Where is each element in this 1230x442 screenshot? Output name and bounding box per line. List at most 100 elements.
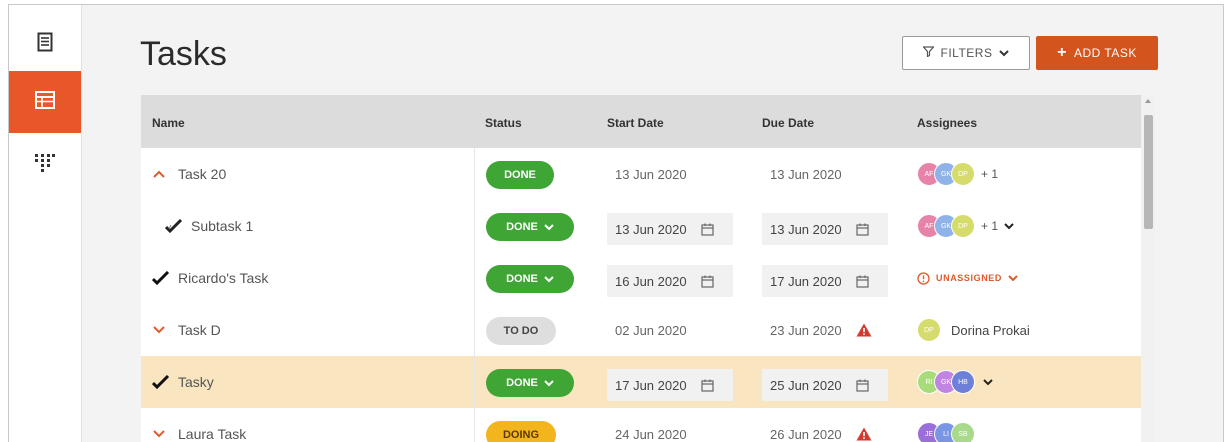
chevron-down-icon[interactable] <box>152 427 166 441</box>
header-due-date[interactable]: Due Date <box>762 116 814 130</box>
assignees[interactable]: DP Dorina Prokai <box>917 304 1030 356</box>
task-name-cell: Task D <box>152 304 221 356</box>
start-date[interactable]: 24 Jun 2020 <box>615 408 687 442</box>
status-dropdown[interactable]: DONE <box>486 369 574 397</box>
nav-board[interactable] <box>9 133 81 195</box>
due-date: 23 Jun 2020 <box>770 322 842 338</box>
header-name[interactable]: Name <box>152 116 185 130</box>
chevron-up-icon[interactable] <box>152 167 166 181</box>
unassigned-dropdown[interactable]: UNASSIGNED <box>917 271 1018 285</box>
chevron-down-icon[interactable] <box>1004 222 1014 230</box>
task-name-cell: Laura Task <box>152 408 246 442</box>
task-name[interactable]: Task 20 <box>178 166 226 182</box>
alert-circle-icon <box>917 271 930 285</box>
start-date[interactable]: 02 Jun 2020 <box>615 304 687 356</box>
status-label: DOING <box>502 429 540 441</box>
status-label: DONE <box>506 221 538 233</box>
avatar: DP <box>951 162 975 186</box>
task-name[interactable]: Task D <box>178 322 221 338</box>
header-assignees[interactable]: Assignees <box>917 116 977 130</box>
assignees[interactable]: JE LI SB <box>917 408 975 442</box>
avatar: DP <box>951 214 975 238</box>
status-dropdown[interactable]: DONE <box>486 265 574 293</box>
avatar: HB <box>951 370 975 394</box>
start-date: 16 Jun 2020 <box>615 273 687 289</box>
nav-table[interactable] <box>9 71 81 133</box>
start-date[interactable]: 13 Jun 2020 <box>615 148 687 200</box>
task-name-cell: Tasky <box>152 356 214 408</box>
assignees[interactable]: AF GK DP + 1 <box>917 148 998 200</box>
start-date-picker[interactable]: 13 Jun 2020 <box>607 213 733 245</box>
task-name[interactable]: Subtask 1 <box>191 218 253 234</box>
chevron-down-icon <box>999 46 1010 60</box>
due-date-picker[interactable]: 13 Jun 2020 <box>762 213 888 245</box>
due-date-cell[interactable]: 23 Jun 2020 <box>770 304 872 356</box>
table-row[interactable]: Laura Task DOING 24 Jun 2020 26 Jun 2020… <box>141 408 1141 442</box>
task-name[interactable]: Ricardo's Task <box>178 270 268 286</box>
chevron-down-icon <box>1008 274 1018 281</box>
filters-button[interactable]: FILTERS <box>902 36 1030 70</box>
status-label: DONE <box>506 377 538 389</box>
calendar-icon <box>855 379 869 392</box>
task-name-cell: Ricardo's Task <box>152 252 268 304</box>
calendar-icon <box>700 379 714 392</box>
due-date-picker[interactable]: 25 Jun 2020 <box>762 369 888 401</box>
task-name-cell: Task 20 <box>152 148 226 200</box>
chevron-down-icon[interactable] <box>152 323 166 337</box>
header-start-date[interactable]: Start Date <box>607 116 664 130</box>
table-row-highlighted[interactable]: Tasky DONE 17 Jun 2020 25 Jun 2020 RI GK… <box>141 356 1141 408</box>
rail-divider <box>81 5 82 442</box>
filter-icon <box>921 46 935 60</box>
calendar-icon <box>855 275 869 288</box>
status-badge[interactable]: DOING <box>486 421 556 442</box>
start-date-picker[interactable]: 17 Jun 2020 <box>607 369 733 401</box>
status-badge[interactable]: DONE <box>486 161 554 189</box>
task-name[interactable]: Tasky <box>178 374 214 390</box>
chevron-down-icon[interactable] <box>983 378 993 386</box>
calendar-icon <box>700 275 714 288</box>
add-task-label: ADD TASK <box>1073 46 1137 60</box>
status-badge[interactable]: TO DO <box>486 317 556 345</box>
table-icon <box>35 90 55 114</box>
status-label: TO DO <box>503 325 539 337</box>
warning-icon <box>856 427 872 441</box>
completed-check-icon <box>152 375 170 389</box>
document-icon <box>37 32 53 57</box>
start-date-picker[interactable]: 16 Jun 2020 <box>607 265 733 297</box>
assignee-name: Dorina Prokai <box>951 322 1030 338</box>
status-dropdown[interactable]: DONE <box>486 213 574 241</box>
table-row[interactable]: Task 20 DONE 13 Jun 2020 13 Jun 2020 AF … <box>141 148 1141 200</box>
due-date: 25 Jun 2020 <box>770 377 842 393</box>
scrollbar-thumb[interactable] <box>1144 115 1153 229</box>
table-row[interactable]: Ricardo's Task DONE 16 Jun 2020 17 Jun 2… <box>141 252 1141 304</box>
task-name[interactable]: Laura Task <box>178 426 246 442</box>
calendar-icon <box>855 223 869 236</box>
completed-check-icon <box>152 271 170 285</box>
assignees[interactable]: UNASSIGNED <box>917 252 1018 304</box>
status-label: DONE <box>506 273 538 285</box>
chevron-down-icon <box>544 223 554 230</box>
filters-label: FILTERS <box>940 46 993 60</box>
header-status[interactable]: Status <box>485 116 522 130</box>
grid-icon <box>34 152 56 177</box>
nav-documents[interactable] <box>9 13 81 75</box>
side-nav <box>9 5 81 442</box>
scroll-up-arrow[interactable] <box>1145 99 1151 103</box>
due-date-cell[interactable]: 26 Jun 2020 <box>770 408 872 442</box>
due-date-picker[interactable]: 17 Jun 2020 <box>762 265 888 297</box>
table-row[interactable]: Subtask 1 DONE 13 Jun 2020 13 Jun 2020 A… <box>141 200 1141 252</box>
due-date: 13 Jun 2020 <box>770 221 842 237</box>
add-task-button[interactable]: + ADD TASK <box>1036 36 1158 70</box>
due-date[interactable]: 13 Jun 2020 <box>770 148 842 200</box>
column-divider <box>474 148 475 442</box>
chevron-down-icon <box>544 275 554 282</box>
assignees[interactable]: AF GK DP + 1 <box>917 200 1014 252</box>
table-row[interactable]: Task D TO DO 02 Jun 2020 23 Jun 2020 DP … <box>141 304 1141 356</box>
calendar-icon <box>700 223 714 236</box>
plus-icon: + <box>1057 44 1067 61</box>
start-date: 13 Jun 2020 <box>615 221 687 237</box>
table-header: Name Status Start Date Due Date Assignee… <box>141 95 1141 148</box>
assignees[interactable]: RI GK HB <box>917 356 993 408</box>
chevron-down-icon <box>544 379 554 386</box>
avatar: DP <box>917 318 941 342</box>
